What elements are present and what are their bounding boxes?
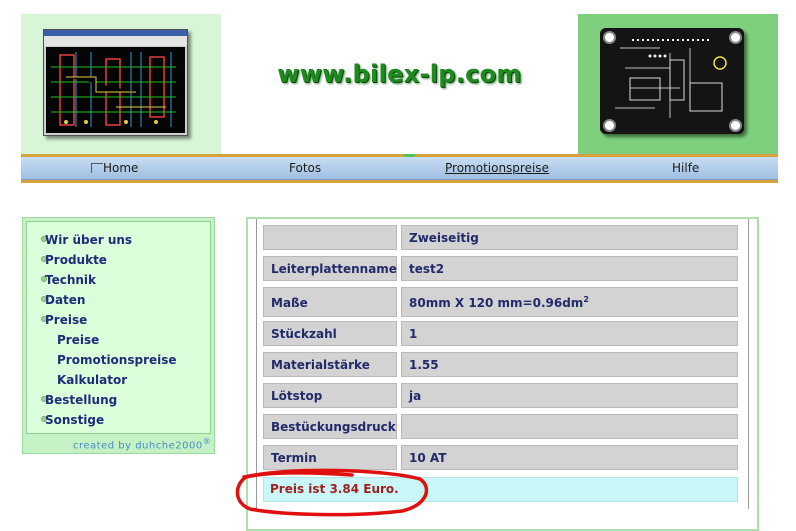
nav-item-promotionspreise[interactable]: Promotionspreise — [445, 161, 549, 175]
row-label-loetstop: Lötstop — [263, 383, 397, 408]
row-label-stueckzahl: Stückzahl — [263, 321, 397, 346]
sidebar-subitem-kalkulator[interactable]: Kalkulator — [57, 373, 127, 387]
row-label-leiterplattenname: Leiterplattenname — [263, 256, 397, 281]
masse-value-exponent: 2 — [583, 295, 589, 304]
row-label-bestueckungsdruck: Bestückungsdruck — [263, 414, 397, 439]
nav-item-hilfe[interactable]: Hilfe — [672, 161, 699, 175]
software-screenshot-image — [43, 29, 188, 136]
row-value-bestueckungsdruck — [401, 414, 738, 439]
row-label-masse: Maße — [263, 287, 397, 317]
row-value-masse: 80mm X 120 mm=0.96dm2 — [401, 287, 738, 317]
sidebar-item-preise[interactable]: Preise — [45, 313, 87, 327]
row-value-leiterplattenname: test2 — [401, 256, 738, 281]
sidebar-item-wir-ueber-uns[interactable]: Wir über uns — [45, 233, 132, 247]
nav-item-home[interactable]: Home — [103, 161, 138, 175]
red-highlight-circle — [235, 468, 429, 517]
row-label-type — [263, 225, 397, 250]
row-value-type: Zweiseitig — [401, 225, 738, 250]
credit-text: created by duhche2000 — [73, 440, 203, 452]
row-value-termin: 10 AT — [401, 445, 738, 470]
registered-mark: ® — [202, 437, 212, 446]
pcb-photo-image — [600, 28, 744, 134]
sidebar-subitem-preise[interactable]: Preise — [57, 333, 99, 347]
row-value-loetstop: ja — [401, 383, 738, 408]
masse-value-text: 80mm X 120 mm=0.96dm — [409, 296, 584, 310]
row-value-materialstaerke: 1.55 — [401, 352, 738, 377]
sidebar-item-technik[interactable]: Technik — [45, 273, 96, 287]
sidebar-item-sonstige[interactable]: Sonstige — [45, 413, 104, 427]
sidebar-item-daten[interactable]: Daten — [45, 293, 85, 307]
home-icon — [91, 163, 103, 173]
sidebar-subitem-promotionspreise[interactable]: Promotionspreise — [57, 353, 177, 367]
main-navigation: Home Fotos Promotionspreise Hilfe — [21, 157, 778, 180]
row-value-stueckzahl: 1 — [401, 321, 738, 346]
nav-bottom-border — [21, 180, 778, 183]
site-title[interactable]: www.bilex-lp.com — [221, 60, 578, 88]
sidebar-item-bestellung[interactable]: Bestellung — [45, 393, 117, 407]
sidebar: Wir über uns Produkte Technik Daten Prei… — [22, 217, 215, 454]
sidebar-credit: created by duhche2000® — [73, 437, 211, 451]
sidebar-item-produkte[interactable]: Produkte — [45, 253, 107, 267]
nav-item-fotos[interactable]: Fotos — [289, 161, 321, 175]
sidebar-menu: Wir über uns Produkte Technik Daten Prei… — [26, 221, 211, 434]
row-label-materialstaerke: Materialstärke — [263, 352, 397, 377]
